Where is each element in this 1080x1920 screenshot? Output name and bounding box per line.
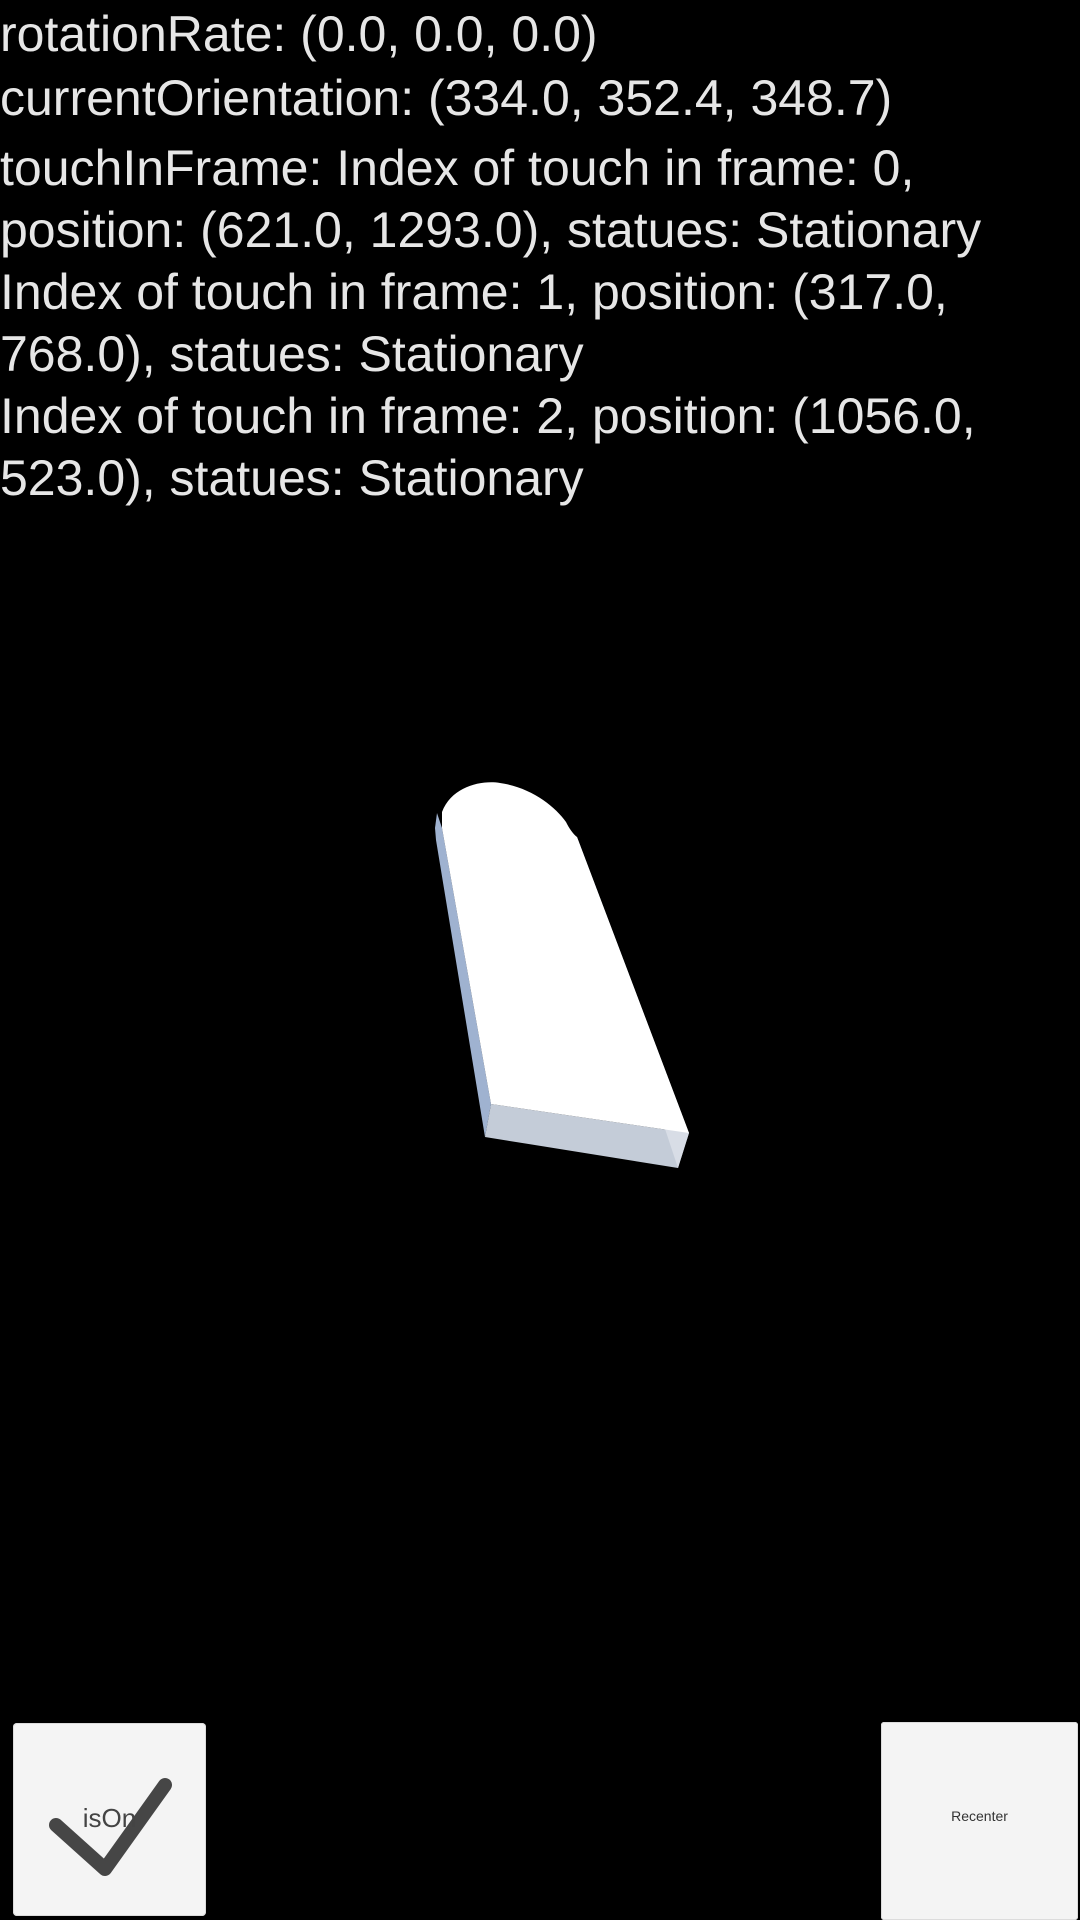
rounded-slab-3d-object bbox=[435, 782, 689, 1168]
toggle-label: isOn bbox=[82, 1803, 137, 1833]
recenter-button[interactable]: Recenter bbox=[881, 1722, 1078, 1920]
rotation-rate-text: rotationRate: (0.0, 0.0, 0.0) bbox=[0, 6, 598, 62]
slab-right-edge bbox=[577, 837, 689, 1168]
slab-side-face bbox=[435, 813, 491, 1137]
recenter-label: Recenter bbox=[951, 1808, 1008, 1824]
touch-line-1: touchInFrame: Index of touch in frame: 0… bbox=[0, 140, 915, 196]
current-orientation-text: currentOrientation: (334.0, 352.4, 348.7… bbox=[0, 70, 893, 126]
touch-line-2: position: (621.0, 1293.0), statues: Stat… bbox=[0, 202, 982, 258]
touch-line-6: 523.0), statues: Stationary bbox=[0, 450, 584, 506]
ison-toggle[interactable]: isOn bbox=[13, 1723, 206, 1916]
touch-line-4: 768.0), statues: Stationary bbox=[0, 326, 584, 382]
touch-line-5: Index of touch in frame: 2, position: (1… bbox=[0, 388, 976, 444]
slab-front-face bbox=[485, 1104, 689, 1168]
debug-readout: rotationRate: (0.0, 0.0, 0.0) currentOri… bbox=[0, 0, 1080, 509]
touch-line-3: Index of touch in frame: 1, position: (3… bbox=[0, 264, 948, 320]
slab-top-face bbox=[442, 782, 689, 1133]
